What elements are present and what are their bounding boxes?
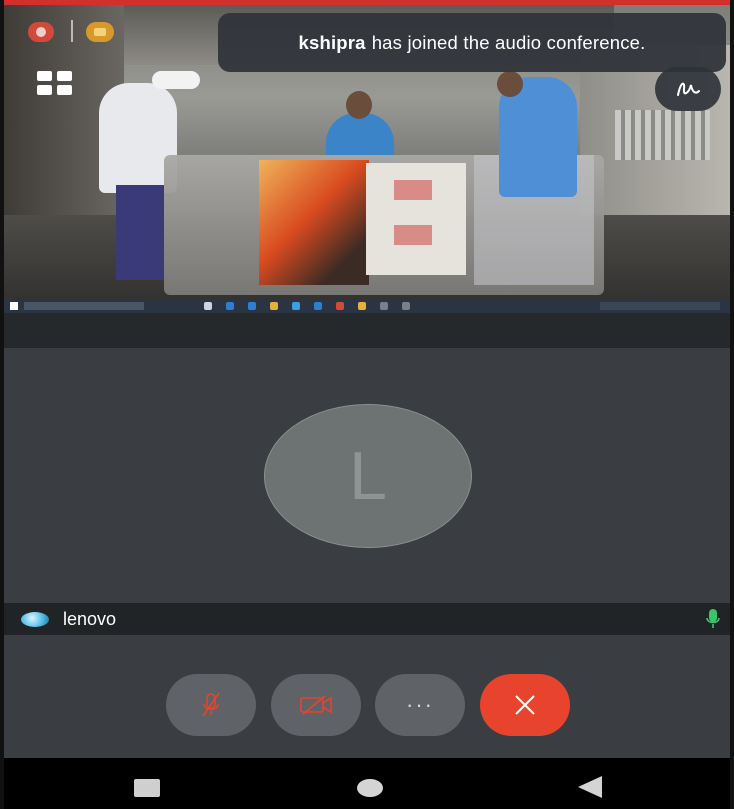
call-controls-bar	[4, 635, 730, 758]
badge-separator	[71, 20, 73, 42]
start-video-button[interactable]	[271, 674, 361, 736]
taskbar-app-icon	[314, 302, 322, 310]
shared-screen-taskbar	[4, 299, 730, 313]
taskbar-app-icon	[226, 302, 234, 310]
participant-status-icon	[21, 612, 49, 627]
taskbar-app-icon	[204, 302, 212, 310]
taskbar-app-icon	[358, 302, 366, 310]
taskbar-app-icon	[380, 302, 388, 310]
mic-off-icon	[202, 692, 220, 717]
annotate-button[interactable]	[655, 67, 721, 111]
taskbar-search-box	[24, 302, 144, 310]
notification-user: kshipra	[298, 31, 366, 53]
crown-icon[interactable]	[86, 22, 114, 42]
join-notification-toast: kshipra has joined the audio conference.	[218, 13, 726, 72]
record-icon[interactable]	[28, 22, 54, 42]
left-border	[0, 0, 4, 809]
video-worker-hat	[152, 71, 200, 89]
participant-name: lenovo	[63, 609, 117, 629]
taskbar-app-icon	[292, 302, 300, 310]
video-box-logo-2	[394, 225, 432, 245]
close-icon	[515, 695, 535, 715]
participant-avatar: L	[264, 404, 472, 548]
home-icon[interactable]	[357, 779, 383, 797]
leave-call-button[interactable]	[480, 674, 570, 736]
grid-icon[interactable]	[36, 70, 74, 96]
video-poster	[259, 160, 369, 285]
pen-icon	[677, 82, 700, 96]
unmute-button[interactable]	[166, 674, 256, 736]
taskbar-app-icon	[336, 302, 344, 310]
taskbar-system-tray	[600, 302, 720, 310]
more-options-button[interactable]: ···	[375, 674, 465, 736]
windows-start-icon	[10, 302, 18, 310]
video-bottom-strip	[4, 313, 730, 348]
mic-active-icon	[706, 609, 720, 628]
video-worker-legs	[116, 185, 164, 280]
video-metal-door	[615, 110, 710, 160]
taskbar-app-icon	[270, 302, 278, 310]
recent-apps-icon[interactable]	[134, 779, 160, 797]
video-box-logo	[394, 180, 432, 200]
video-off-icon	[300, 695, 332, 715]
back-icon[interactable]	[578, 776, 602, 798]
right-border	[730, 0, 734, 809]
video-worker-right-head	[497, 71, 523, 97]
notification-message: has joined the audio conference.	[371, 31, 646, 53]
taskbar-app-icon	[402, 302, 410, 310]
taskbar-app-icon	[248, 302, 256, 310]
video-worker-middle-head	[346, 91, 372, 119]
